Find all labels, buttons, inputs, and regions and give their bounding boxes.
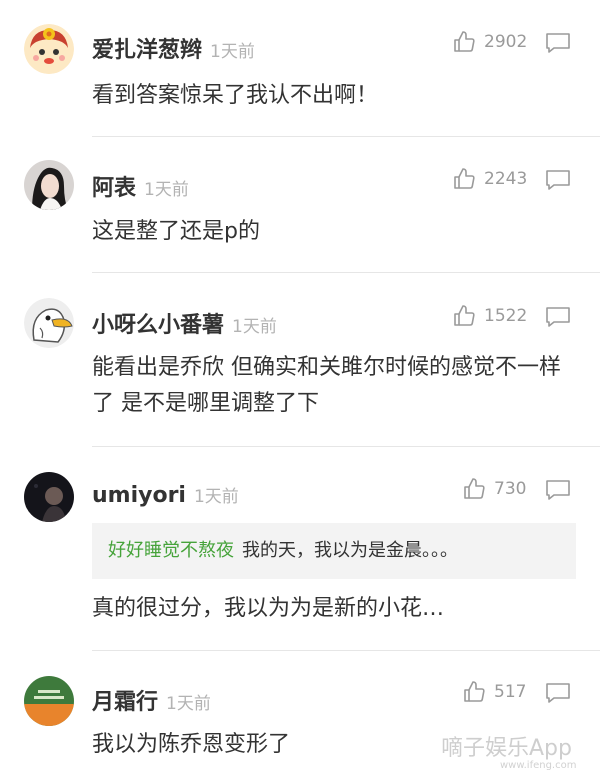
divider (92, 272, 600, 273)
like-count: 1522 (484, 306, 528, 326)
comment-text: 真的很过分，我以为为是新的小花… (92, 596, 445, 621)
user-avatar[interactable] (24, 298, 74, 348)
thumbs-up-icon[interactable] (452, 30, 476, 54)
comment-icon[interactable] (545, 479, 571, 501)
like-button[interactable]: 2902 (452, 30, 527, 54)
divider (92, 650, 600, 651)
thumbs-up-icon[interactable] (452, 167, 476, 191)
timestamp: 1天前 (144, 180, 189, 200)
like-count: 2902 (484, 32, 528, 52)
comment-icon[interactable] (545, 169, 571, 191)
quoted-reply[interactable]: 好好睡觉不熬夜 我的天，我以为是金晨。。。 (92, 523, 576, 579)
username-text[interactable]: umiyori (92, 483, 186, 508)
green-orange-logo-avatar-icon (24, 676, 74, 726)
like-button[interactable]: 2243 (452, 167, 527, 191)
like-count: 2243 (484, 169, 528, 189)
thumbs-up-icon[interactable] (462, 477, 486, 501)
user-avatar[interactable] (24, 472, 74, 522)
quoted-username[interactable]: 好好睡觉不熬夜 (108, 540, 234, 561)
like-button[interactable]: 1522 (452, 304, 527, 328)
username[interactable]: 小呀么小番薯 1天前 (92, 307, 277, 339)
comment-text: 看到答案惊呆了我认不出啊！ (92, 83, 379, 108)
username-text[interactable]: 月霜行 (92, 690, 158, 715)
username[interactable]: 月霜行 1天前 (92, 684, 211, 716)
divider (92, 446, 600, 447)
username-text[interactable]: 阿表 (92, 176, 136, 201)
site-watermark: www.ifeng.com (500, 760, 577, 771)
like-button[interactable]: 517 (462, 680, 526, 704)
username[interactable]: 阿表 1天前 (92, 170, 189, 202)
comment-icon[interactable] (545, 32, 571, 54)
user-avatar[interactable] (24, 676, 74, 726)
like-count: 730 (494, 479, 527, 499)
username[interactable]: 爱扎洋葱辫 1天前 (92, 32, 255, 64)
cartoon-girl-avatar-icon (24, 24, 74, 74)
timestamp: 1天前 (193, 487, 239, 507)
like-button[interactable]: 730 (462, 477, 526, 501)
timestamp: 1天前 (232, 317, 277, 337)
thumbs-up-icon[interactable] (452, 304, 476, 328)
username[interactable]: umiyori 1天前 (92, 482, 239, 508)
dark-photo-avatar-icon (24, 472, 74, 522)
divider (92, 136, 600, 137)
username-text[interactable]: 爱扎洋葱辫 (92, 38, 202, 63)
cartoon-duck-avatar-icon (24, 298, 74, 348)
comment-text: 能看出是乔欣 但确实和关雎尔时候的感觉不一样了 是不是哪里调整了下 (92, 355, 561, 416)
timestamp: 1天前 (166, 694, 211, 714)
comment-text: 这是整了还是p的 (92, 219, 260, 244)
comment-icon[interactable] (545, 682, 571, 704)
timestamp: 1天前 (210, 42, 255, 62)
comment-icon[interactable] (545, 306, 571, 328)
brand-watermark: 嘀子娱乐App (441, 736, 572, 761)
user-avatar[interactable] (24, 24, 74, 74)
like-count: 517 (494, 682, 527, 702)
username-text[interactable]: 小呀么小番薯 (92, 313, 224, 338)
thumbs-up-icon[interactable] (462, 680, 486, 704)
woman-photo-avatar-icon (24, 160, 74, 210)
quoted-text: 我的天，我以为是金晨。。。 (242, 540, 458, 561)
user-avatar[interactable] (24, 160, 74, 210)
